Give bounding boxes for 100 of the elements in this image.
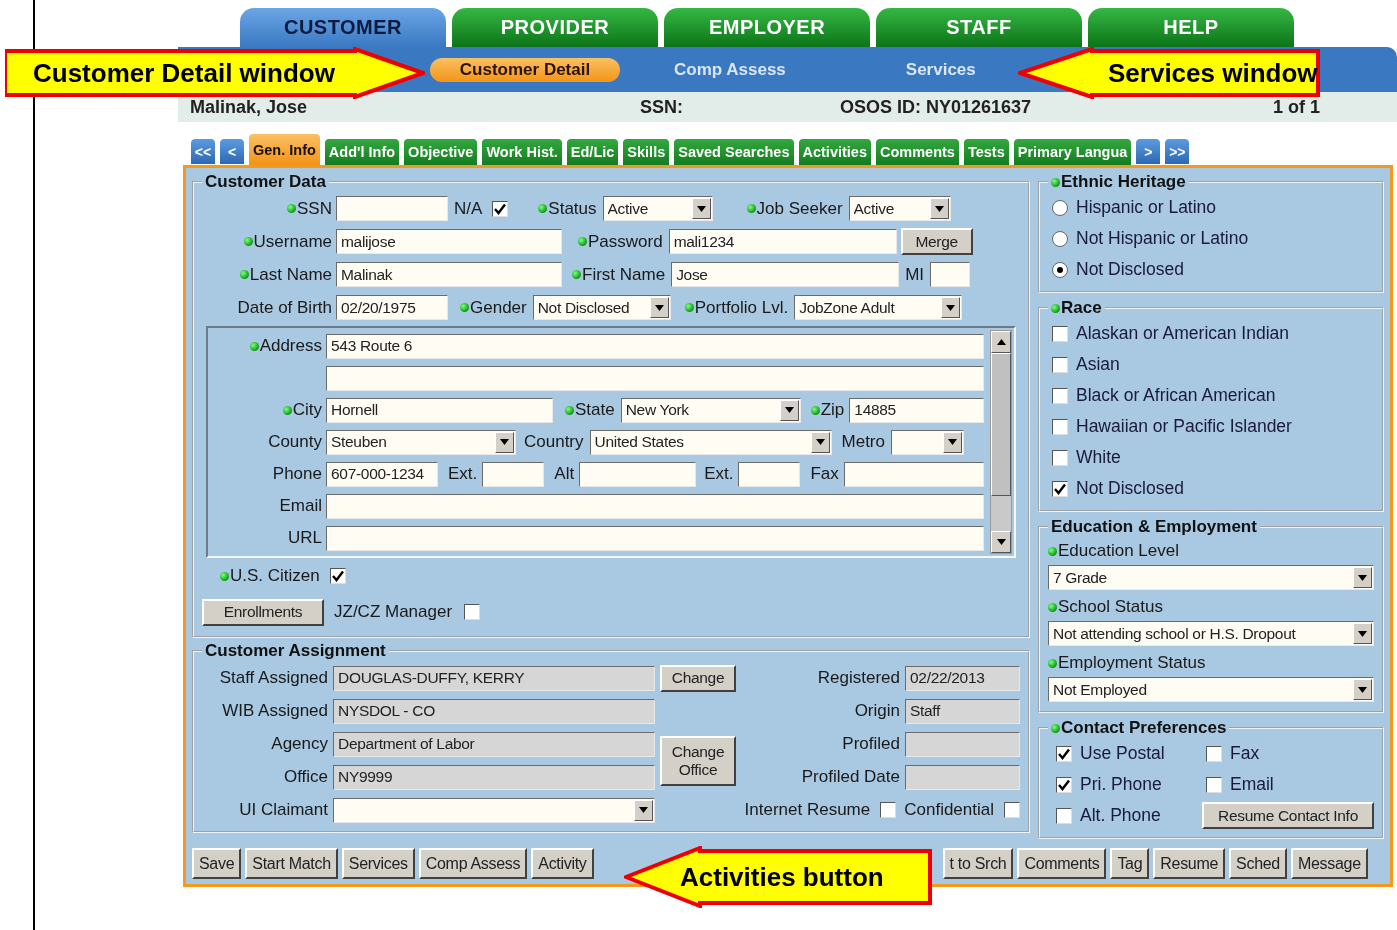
merge-button[interactable]: Merge: [900, 228, 973, 255]
checkbox[interactable]: [1052, 356, 1068, 373]
dropdown-button[interactable]: [691, 198, 711, 219]
enrollments-button[interactable]: Enrollments: [202, 598, 324, 626]
page-tab[interactable]: Comments: [875, 138, 960, 165]
checkbox[interactable]: [1052, 325, 1068, 342]
text-field[interactable]: [326, 365, 984, 391]
dropdown[interactable]: [891, 429, 964, 455]
text-field[interactable]: mali1234: [668, 229, 897, 254]
page-tab[interactable]: Primary Langua: [1012, 138, 1133, 165]
toolbar-button[interactable]: Resume: [1153, 848, 1226, 879]
text-field[interactable]: Department of Labor: [333, 731, 655, 757]
radio-button[interactable]: [1052, 230, 1068, 247]
nav-link[interactable]: Comp Assess: [664, 57, 796, 82]
radio-button[interactable]: [1052, 199, 1068, 216]
page-tab[interactable]: Activities: [797, 138, 872, 165]
toolbar-button[interactable]: Comments: [1017, 848, 1107, 879]
previous-button[interactable]: <: [219, 138, 245, 165]
text-field[interactable]: [482, 461, 545, 487]
text-field[interactable]: NY9999: [333, 764, 655, 790]
text-field[interactable]: 02/20/1975: [336, 295, 448, 320]
checkbox[interactable]: [1052, 480, 1068, 497]
page-tab[interactable]: Work Hist.: [481, 138, 563, 165]
scrollbar[interactable]: [990, 330, 1012, 554]
dropdown-button[interactable]: [649, 297, 669, 318]
dropdown-button[interactable]: [495, 431, 514, 453]
page-tab[interactable]: Add'l Info: [323, 138, 401, 165]
checkbox[interactable]: [880, 802, 897, 818]
text-field[interactable]: [326, 525, 984, 551]
checkbox[interactable]: [1052, 418, 1068, 435]
dropdown[interactable]: Steuben: [326, 429, 516, 455]
main-tab[interactable]: HELP: [1088, 8, 1294, 47]
toolbar-button[interactable]: Activity: [531, 848, 594, 879]
text-field[interactable]: Jose: [671, 262, 900, 287]
dropdown-button[interactable]: [634, 799, 653, 821]
dropdown-button[interactable]: [1353, 623, 1372, 644]
toolbar-button[interactable]: Services: [341, 848, 415, 879]
text-field[interactable]: [930, 262, 970, 287]
page-tab[interactable]: Tests: [962, 138, 1010, 165]
text-field[interactable]: malijose: [336, 229, 562, 254]
dropdown-button[interactable]: [929, 198, 949, 219]
dropdown-button[interactable]: [1353, 567, 1372, 588]
first-page-button[interactable]: <<: [190, 138, 216, 165]
text-field[interactable]: [326, 493, 984, 519]
toolbar-button[interactable]: Save: [192, 848, 242, 879]
text-field[interactable]: Staff: [905, 698, 1020, 724]
toolbar-button[interactable]: Comp Assess: [418, 848, 528, 879]
text-field[interactable]: [738, 461, 801, 487]
page-tab[interactable]: Objective: [403, 138, 479, 165]
radio-button[interactable]: [1052, 261, 1068, 278]
scroll-up-button[interactable]: [991, 331, 1011, 353]
text-field[interactable]: DOUGLAS-DUFFY, KERRY: [333, 665, 655, 691]
toolbar-button[interactable]: t to Srch: [942, 848, 1014, 879]
last-page-button[interactable]: >>: [1164, 138, 1191, 165]
toolbar-button[interactable]: Tag: [1110, 848, 1150, 879]
text-field[interactable]: NYSDOL - CO: [333, 698, 655, 724]
page-tab[interactable]: Ed/Lic: [565, 138, 620, 165]
text-field[interactable]: [336, 196, 448, 221]
dropdown[interactable]: JobZone Adult: [794, 295, 963, 320]
text-field[interactable]: [579, 461, 697, 487]
main-tab[interactable]: PROVIDER: [452, 8, 658, 47]
page-tab[interactable]: Gen. Info: [248, 133, 321, 165]
change-button[interactable]: Change: [660, 664, 736, 692]
main-tab[interactable]: STAFF: [876, 8, 1082, 47]
checkbox[interactable]: [1056, 745, 1072, 762]
main-tab[interactable]: CUSTOMER: [240, 8, 446, 47]
dropdown[interactable]: Not attending school or H.S. Dropout: [1048, 621, 1374, 646]
toolbar-button[interactable]: Sched: [1229, 848, 1287, 879]
text-field[interactable]: 543 Route 6: [326, 333, 984, 359]
dropdown[interactable]: Active: [848, 196, 951, 221]
checkbox[interactable]: [329, 568, 346, 584]
page-tab[interactable]: Skills: [622, 138, 671, 165]
text-field[interactable]: 607-000-1234: [326, 461, 438, 487]
text-field[interactable]: [905, 764, 1020, 790]
text-field[interactable]: 14885: [849, 397, 984, 423]
checkbox[interactable]: [492, 200, 509, 217]
text-field[interactable]: 02/22/2013: [905, 665, 1020, 691]
text-field[interactable]: Hornell: [326, 397, 553, 423]
checkbox[interactable]: [1206, 776, 1222, 793]
dropdown[interactable]: New York: [620, 397, 801, 423]
dropdown-button[interactable]: [943, 431, 962, 453]
dropdown[interactable]: United States: [589, 429, 832, 455]
page-tab[interactable]: Saved Searches: [673, 138, 795, 165]
resume-contact-info-button[interactable]: Resume Contact Info: [1202, 802, 1374, 829]
text-field[interactable]: [905, 731, 1020, 757]
dropdown[interactable]: Active: [602, 196, 713, 221]
dropdown-button[interactable]: [941, 297, 961, 318]
checkbox[interactable]: [1206, 745, 1222, 762]
checkbox[interactable]: [464, 604, 481, 620]
checkbox[interactable]: [1004, 802, 1020, 818]
change-office-button[interactable]: Change Office: [660, 735, 736, 786]
dropdown-button[interactable]: [1353, 679, 1372, 700]
main-tab[interactable]: EMPLOYER: [664, 8, 870, 47]
scroll-down-button[interactable]: [991, 531, 1011, 553]
dropdown-button[interactable]: [810, 431, 830, 453]
toolbar-button[interactable]: Start Match: [245, 848, 338, 879]
dropdown[interactable]: 7 Grade: [1048, 565, 1374, 590]
dropdown[interactable]: Not Disclosed: [532, 295, 671, 320]
dropdown[interactable]: Not Employed: [1048, 677, 1374, 702]
dropdown[interactable]: [333, 797, 655, 823]
